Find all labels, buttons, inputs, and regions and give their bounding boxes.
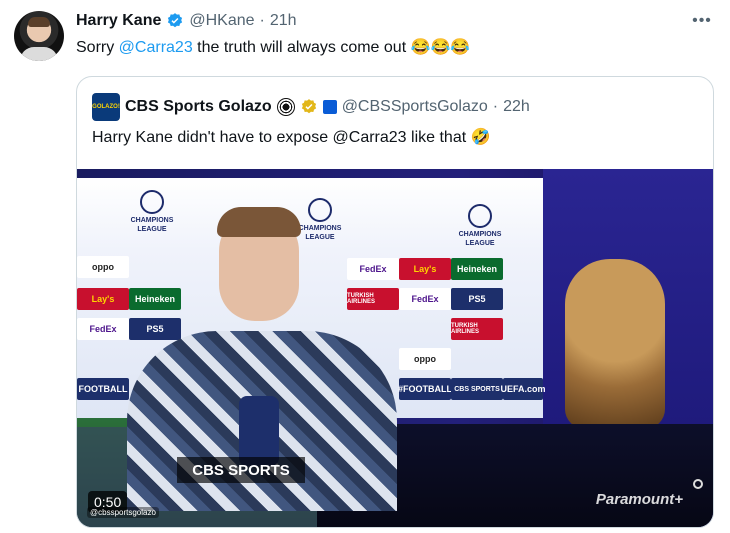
sponsor-ps5: PS5 [451, 288, 503, 310]
avatar-shirt [20, 47, 58, 61]
mention-link[interactable]: @Carra23 [119, 39, 193, 56]
sponsor-fedex: FedEx [399, 288, 451, 310]
avatar-hair [28, 17, 50, 27]
sponsor-turkish-airlines: TURKISH AIRLINES [451, 318, 503, 340]
quoted-separator-dot: · [492, 98, 499, 115]
sponsor-lays: Lay's [77, 288, 129, 310]
cbs-eye-icon [693, 479, 703, 489]
quoted-author-avatar[interactable]: GOLAZO! [92, 93, 120, 121]
tweet-timestamp[interactable]: 21h [270, 12, 297, 30]
separator-dot: · [259, 12, 265, 29]
quoted-author-name[interactable]: CBS Sports Golazo [125, 98, 272, 116]
champions-league-logo: CHAMPIONS LEAGUE [445, 204, 515, 248]
paramount-plus-logo: Paramount+ [595, 491, 683, 508]
quoted-tweet-header: GOLAZO! CBS Sports Golazo @CBSSportsGola… [92, 93, 530, 121]
tweet-header: Harry Kane @HKane · 21h [76, 11, 297, 31]
sponsor-football: FOOTBALL [77, 378, 129, 400]
microphone [239, 396, 279, 466]
verified-badge-icon [168, 13, 183, 28]
affiliate-badge-icon [322, 100, 337, 114]
sponsor-oppo: oppo [77, 256, 129, 278]
quoted-timestamp[interactable]: 22h [503, 98, 530, 116]
quoted-tweet[interactable]: GOLAZO! CBS Sports Golazo @CBSSportsGola… [76, 76, 714, 528]
avatar-logo-text: GOLAZO! [92, 104, 120, 110]
sponsor-oppo: oppo [399, 348, 451, 370]
sponsor-hashtag-football: #FOOTBALL [398, 378, 452, 400]
league-label-line1: CHAMPIONS [458, 231, 502, 238]
gold-verified-badge-icon [301, 99, 316, 114]
video-player[interactable]: CHAMPIONS LEAGUE CHAMPIONS LEAGUE CHAMPI… [77, 169, 713, 527]
video-watermark: @cbssportsgolazo [87, 507, 159, 518]
cbs-sports-lower-third: CBS SPORTS [177, 457, 305, 483]
tweet-text: Sorry @Carra23 the truth will always com… [76, 37, 470, 57]
more-options-icon[interactable]: ••• [692, 12, 712, 30]
tweet-text-end: the truth will always come out 😂😂😂 [192, 39, 471, 56]
soccer-ball-icon [276, 98, 295, 116]
interviewee-hair [217, 207, 301, 237]
author-handle[interactable]: @HKane [189, 12, 254, 30]
sponsor-heineken: Heineken [451, 258, 503, 280]
quoted-author-handle[interactable]: @CBSSportsGolazo [342, 98, 488, 116]
sponsor-fedex: FedEx [77, 318, 129, 340]
sponsor-cbs-sports: CBS SPORTS [451, 378, 503, 400]
quoted-tweet-text: Harry Kane didn't have to expose @Carra2… [92, 129, 491, 146]
studio-presenter [565, 259, 665, 429]
sponsor-lays: Lay's [399, 258, 451, 280]
league-label-line2: LEAGUE [465, 240, 495, 247]
starball-icon [468, 204, 492, 228]
sponsor-uefa-com: UEFA.com [501, 378, 546, 400]
tweet-text-start: Sorry [76, 39, 119, 56]
author-name[interactable]: Harry Kane [76, 12, 161, 30]
author-avatar[interactable] [14, 11, 64, 61]
